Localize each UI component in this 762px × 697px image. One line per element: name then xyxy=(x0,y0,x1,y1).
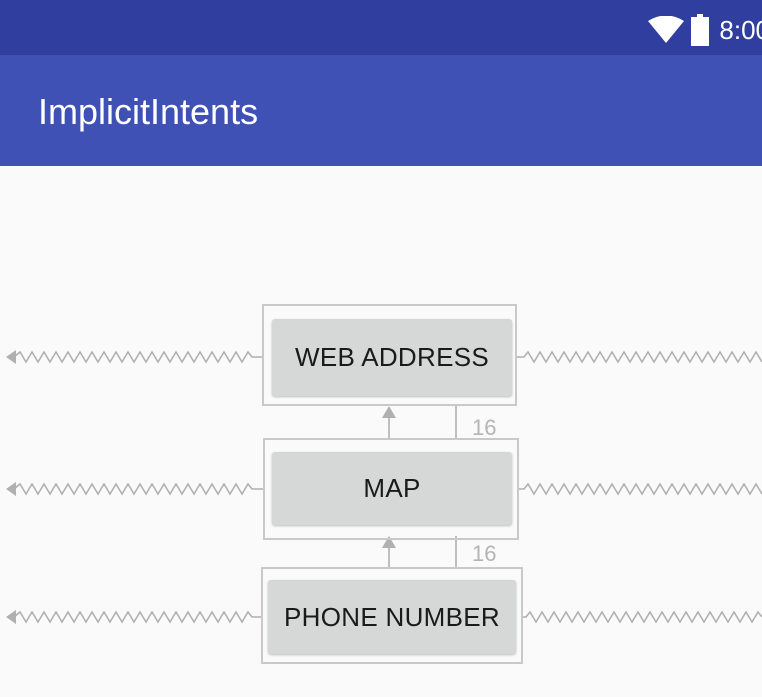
constraint-spring-right-map xyxy=(519,482,762,496)
status-bar: 8:00 xyxy=(0,0,762,55)
app-title: ImplicitIntents xyxy=(38,91,259,132)
map-button[interactable]: MAP xyxy=(272,452,512,525)
wifi-icon xyxy=(648,16,685,43)
status-time: 8:00 xyxy=(719,15,762,45)
margin-label-map-phone: 16 xyxy=(472,541,497,566)
arrowhead-left-phone xyxy=(6,610,16,624)
constraint-spring-left-map xyxy=(13,482,263,496)
constraint-spring-right-web xyxy=(516,350,762,364)
margin-label-web-map: 16 xyxy=(472,415,497,440)
arrowhead-left-map xyxy=(6,482,16,496)
constraint-spring-left-web xyxy=(13,350,262,364)
layout-editor-canvas: WEB ADDRESS MAP PHONE NUMBER 16 16 xyxy=(0,166,762,697)
app-bar: ImplicitIntents xyxy=(0,55,762,166)
arrowhead-up-web xyxy=(382,406,396,418)
web-address-button[interactable]: WEB ADDRESS xyxy=(272,319,512,396)
constraint-spring-right-phone xyxy=(522,610,762,624)
phone-number-button[interactable]: PHONE NUMBER xyxy=(268,580,516,654)
battery-icon xyxy=(691,14,710,46)
constraint-spring-left-phone xyxy=(13,610,262,624)
status-icons: 8:00 xyxy=(647,10,762,50)
arrowhead-left-web xyxy=(6,350,16,364)
